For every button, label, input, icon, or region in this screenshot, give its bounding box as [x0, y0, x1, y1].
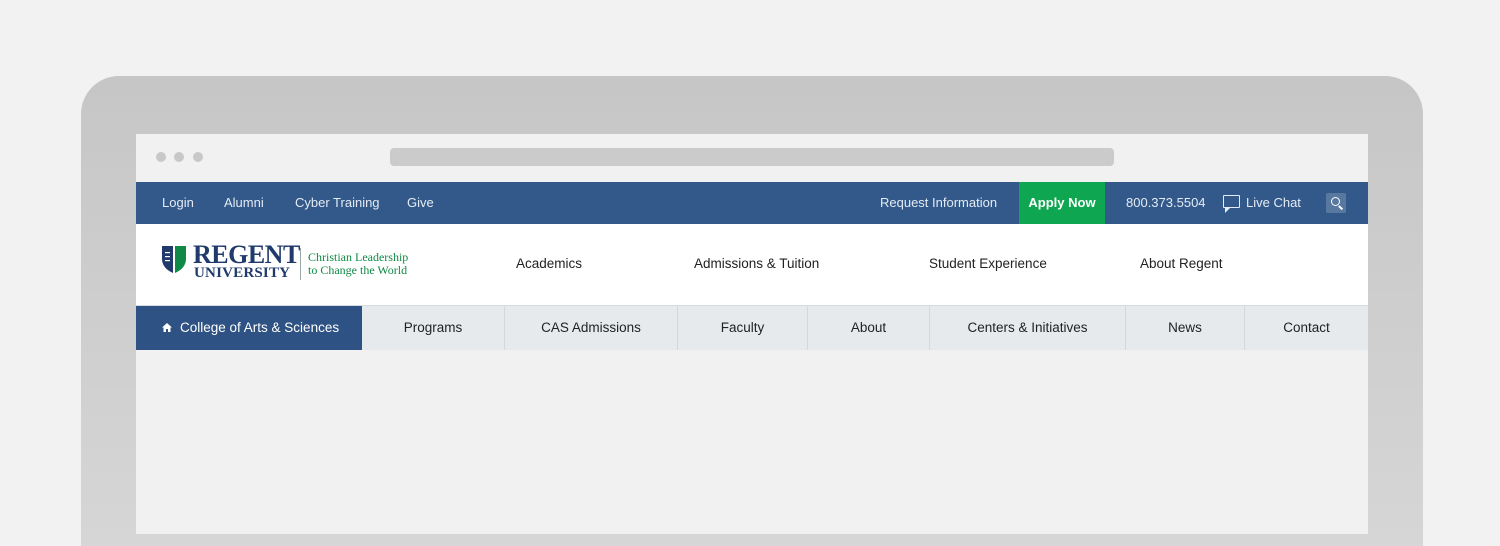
main-navigation: REGENT UNIVERSITY Christian Leadership t…: [136, 224, 1368, 306]
home-icon: [162, 323, 172, 332]
apply-now-button[interactable]: Apply Now: [1019, 182, 1105, 224]
tab-programs[interactable]: Programs: [362, 306, 505, 350]
tab-about[interactable]: About: [808, 306, 930, 350]
alumni-link[interactable]: Alumni: [224, 182, 264, 224]
window-dot[interactable]: [156, 152, 166, 162]
utility-bar: Login Alumni Cyber Training Give Request…: [136, 182, 1368, 224]
browser-window: Login Alumni Cyber Training Give Request…: [136, 134, 1368, 534]
search-button[interactable]: [1326, 193, 1346, 213]
logo-divider: [300, 248, 301, 280]
browser-chrome: [136, 134, 1368, 183]
nav-admissions-tuition[interactable]: Admissions & Tuition: [694, 224, 819, 305]
cyber-training-link[interactable]: Cyber Training: [295, 182, 380, 224]
phone-number[interactable]: 800.373.5504: [1126, 182, 1206, 224]
logo-subword[interactable]: UNIVERSITY: [194, 266, 290, 281]
window-dot[interactable]: [174, 152, 184, 162]
college-home-tab[interactable]: College of Arts & Sciences: [136, 306, 362, 350]
nav-academics[interactable]: Academics: [516, 224, 582, 305]
logo-tagline: Christian Leadership to Change the World: [308, 251, 408, 277]
tab-faculty[interactable]: Faculty: [678, 306, 808, 350]
give-link[interactable]: Give: [407, 182, 434, 224]
live-chat-link[interactable]: Live Chat: [1246, 182, 1301, 224]
request-information-link[interactable]: Request Information: [880, 182, 997, 224]
login-link[interactable]: Login: [162, 182, 194, 224]
nav-about-regent[interactable]: About Regent: [1140, 224, 1223, 305]
chat-bubble-icon[interactable]: [1223, 195, 1240, 213]
college-home-label: College of Arts & Sciences: [180, 320, 340, 335]
shield-logo-icon[interactable]: [162, 246, 186, 273]
college-subnav: College of Arts & Sciences Programs CAS …: [136, 306, 1368, 350]
address-bar[interactable]: [390, 148, 1114, 166]
tab-cas-admissions[interactable]: CAS Admissions: [505, 306, 678, 350]
tab-contact[interactable]: Contact: [1245, 306, 1368, 350]
tagline-line: to Change the World: [308, 263, 408, 277]
tab-centers-initiatives[interactable]: Centers & Initiatives: [930, 306, 1126, 350]
tab-news[interactable]: News: [1126, 306, 1245, 350]
window-dot[interactable]: [193, 152, 203, 162]
nav-student-experience[interactable]: Student Experience: [929, 224, 1047, 305]
